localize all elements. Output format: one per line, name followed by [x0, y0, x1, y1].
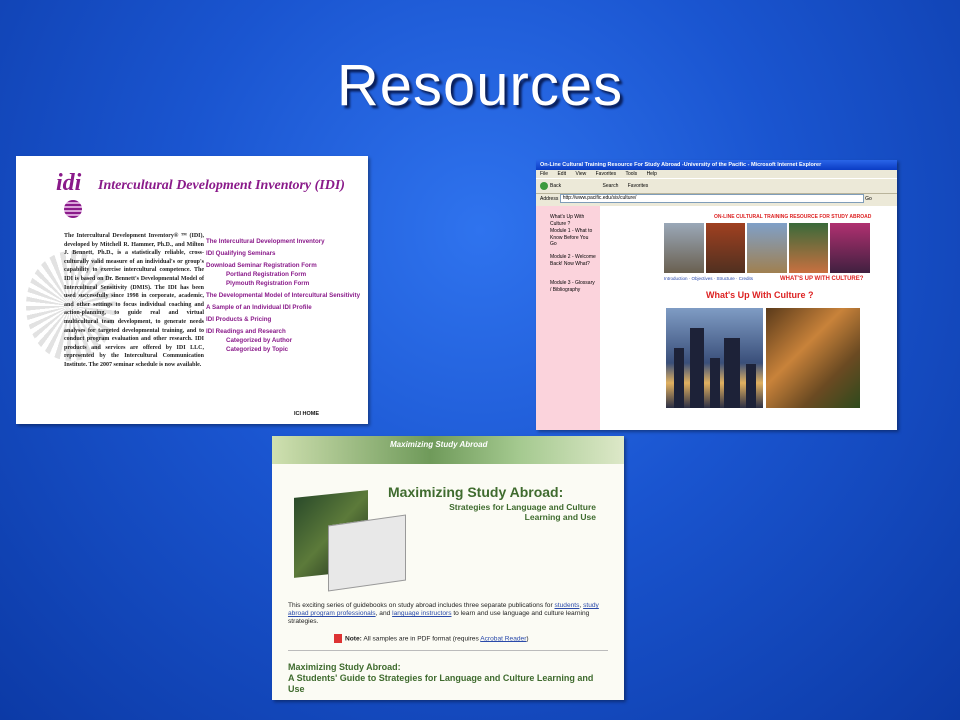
msa-description: This exciting series of guidebooks on st… [288, 602, 599, 625]
acrobat-link[interactable]: Acrobat Reader [480, 635, 526, 642]
photo-strip [664, 223, 870, 273]
ici-home-link[interactable]: ICI HOME [294, 411, 319, 417]
menu-item[interactable]: File [540, 171, 548, 177]
guide-title-line: Maximizing Study Abroad: [288, 662, 401, 672]
menu-item[interactable]: Tools [625, 171, 637, 177]
guide-subtitle: A Students' Guide to Strategies for Lang… [288, 673, 594, 694]
text: ) [526, 635, 529, 643]
address-bar: Address http://www.pacific.edu/sis/cultu… [536, 194, 897, 204]
idi-link[interactable]: IDI Readings and Research [206, 328, 366, 335]
idi-screenshot: idi Intercultural Development Inventory … [16, 156, 368, 424]
idi-link[interactable]: Download Seminar Registration Form [206, 262, 366, 269]
idi-link[interactable]: The Intercultural Development Inventory [206, 238, 366, 245]
slide-title: Resources [336, 53, 624, 118]
msa-title: Maximizing Study Abroad: [388, 484, 564, 500]
sidebar-item[interactable]: Module 1 - What to Know Before You Go [550, 228, 596, 248]
guidebook-open-image [328, 514, 406, 592]
guide-title: Maximizing Study Abroad: A Students' Gui… [288, 662, 608, 695]
dancer-photo [766, 308, 860, 408]
note-label: Note: [345, 635, 362, 643]
idi-link[interactable]: A Sample of an Individual IDI Profile [206, 304, 366, 311]
idi-link[interactable]: IDI Products & Pricing [206, 316, 366, 323]
page-header: ON-LINE CULTURAL TRAINING RESOURCE FOR S… [714, 214, 872, 220]
sidebar-item[interactable]: Module 3 - Glossary / Bibliography [550, 280, 596, 293]
sidebar-item[interactable]: Module 2 - Welcome Back! Now What? [550, 254, 596, 267]
pdf-icon [334, 634, 342, 643]
idi-link[interactable]: Categorized by Author [226, 337, 366, 344]
go-button[interactable]: Go [865, 196, 872, 202]
back-icon[interactable] [540, 181, 548, 190]
idi-brand-title: Intercultural Development Inventory (IDI… [98, 178, 345, 193]
banner-title: Maximizing Study Abroad [390, 440, 488, 449]
pdf-note: Note: All samples are in PDF format (req… [334, 634, 529, 643]
menu-item[interactable]: Favorites [596, 171, 617, 177]
nav-links[interactable]: Introduction · Objectives · Structure · … [664, 276, 753, 281]
ie-screenshot: On-Line Cultural Training Resource For S… [536, 160, 897, 430]
text: , and [375, 610, 393, 617]
menu-item[interactable]: View [575, 171, 586, 177]
idi-logo: idi [56, 170, 82, 196]
menu-item[interactable]: Edit [557, 171, 566, 177]
search-button[interactable]: Search [603, 183, 619, 189]
idi-links: The Intercultural Development Inventory … [206, 238, 366, 355]
toolbar: Back Search Favorites [536, 178, 897, 194]
msa-subtitle: Strategies for Language and Culture Lear… [449, 502, 596, 522]
menu-item[interactable]: Help [647, 171, 657, 177]
idi-link[interactable]: The Developmental Model of Intercultural… [206, 292, 366, 299]
idi-link[interactable]: Categorized by Topic [226, 346, 366, 353]
idi-link[interactable]: Portland Registration Form [226, 271, 366, 278]
globe-icon [64, 200, 82, 218]
idi-link[interactable]: IDI Qualifying Seminars [206, 250, 366, 257]
page-content: What's Up With Culture ? Module 1 - What… [536, 206, 897, 430]
address-input[interactable]: http://www.pacific.edu/sis/culture/ [559, 194, 864, 204]
instructors-link[interactable]: language instructors [392, 610, 451, 617]
address-label: Address [540, 196, 559, 202]
sidebar-item[interactable]: What's Up With Culture ? [550, 214, 596, 227]
whats-up-label: WHAT'S UP WITH CULTURE? [780, 276, 864, 282]
page-heading: What's Up With Culture ? [706, 290, 814, 300]
city-photo [666, 308, 763, 408]
idi-description: The Intercultural Development Inventory®… [64, 233, 204, 368]
msa-screenshot: Maximizing Study Abroad Maximizing Study… [272, 436, 624, 700]
text: This exciting series of guidebooks on st… [288, 602, 555, 609]
text: All samples are in PDF format (requires [361, 635, 481, 643]
menu-bar: File Edit View Favorites Tools Help [536, 170, 897, 178]
divider [288, 650, 608, 651]
sidebar-tree: What's Up With Culture ? Module 1 - What… [536, 206, 600, 430]
students-link[interactable]: students [554, 602, 579, 609]
back-button[interactable]: Back [550, 183, 561, 189]
favorites-button[interactable]: Favorites [628, 183, 649, 189]
window-title: On-Line Cultural Training Resource For S… [536, 160, 897, 170]
idi-link[interactable]: Plymouth Registration Form [226, 280, 366, 287]
